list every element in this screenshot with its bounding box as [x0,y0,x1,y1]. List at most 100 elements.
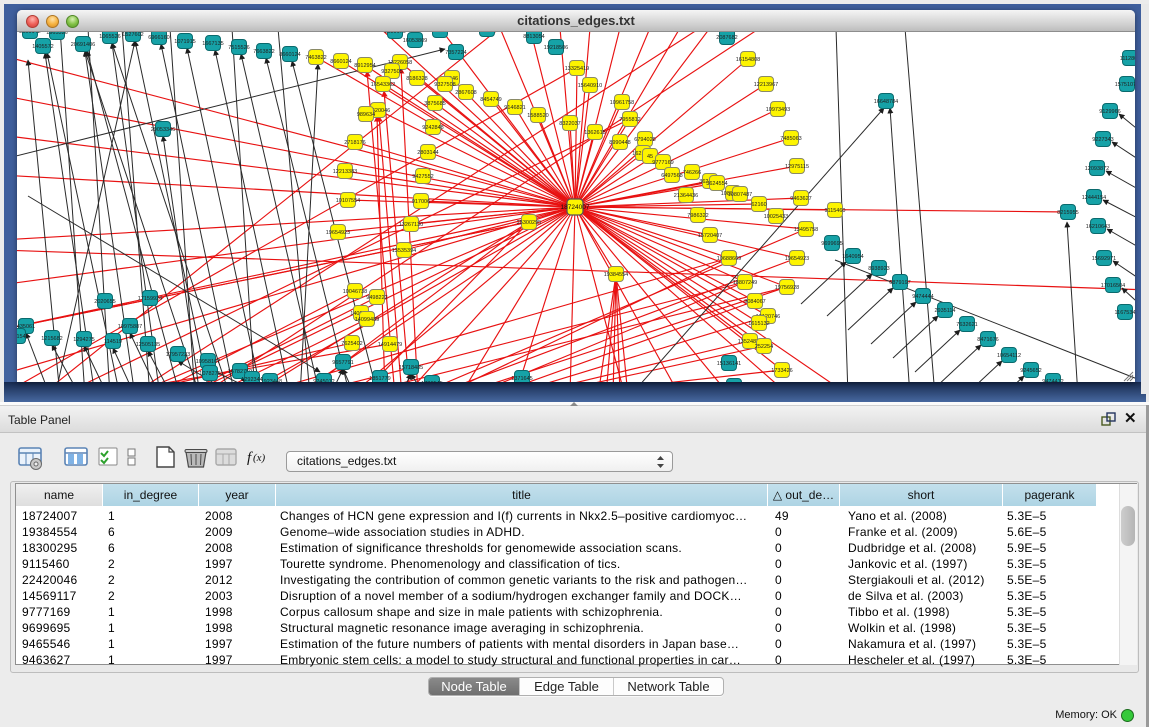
svg-text:15718485: 15718485 [399,365,423,371]
svg-text:1527602: 1527602 [122,32,143,38]
svg-text:9129966: 9129966 [1099,109,1120,115]
svg-text:13267130: 13267130 [399,222,423,228]
svg-text:8938923: 8938923 [868,266,889,272]
svg-text:1667135: 1667135 [202,41,223,47]
svg-text:19654923: 19654923 [326,230,350,236]
svg-text:2935114: 2935114 [934,308,955,314]
svg-text:7357224: 7357224 [445,50,466,56]
svg-text:33154: 33154 [17,334,26,340]
svg-text:1615132: 1615132 [748,321,769,327]
svg-text:252254: 252254 [755,344,773,350]
svg-text:7463822: 7463822 [305,55,326,61]
svg-text:2718176: 2718176 [344,140,365,146]
svg-text:9427552: 9427552 [412,174,433,180]
svg-text:9146821: 9146821 [476,32,497,33]
svg-text:10973493: 10973493 [766,107,790,113]
svg-text:7485063: 7485063 [780,136,801,142]
svg-text:25300295: 25300295 [517,220,541,226]
svg-text:12975115: 12975115 [785,164,809,170]
svg-text:19384554: 19384554 [604,272,628,278]
svg-text:989634: 989634 [357,112,375,118]
svg-text:1371645: 1371645 [511,376,532,382]
svg-text:10688609: 10688609 [717,256,741,262]
svg-text:9474444: 9474444 [912,294,933,300]
svg-text:17957223: 17957223 [166,352,190,358]
svg-text:1167534: 1167534 [1114,310,1135,316]
svg-text:2803144: 2803144 [417,150,438,156]
svg-text:9115460: 9115460 [824,208,845,214]
svg-text:1588352: 1588352 [429,32,450,34]
svg-text:9498222: 9498222 [366,295,387,301]
svg-text:12093872: 12093872 [1085,166,1109,172]
svg-text:13535394: 13535394 [392,248,416,254]
svg-text:1405572: 1405572 [32,44,53,50]
svg-text:2059142: 2059142 [19,32,40,35]
svg-text:1065526: 1065526 [99,34,120,40]
svg-text:1294275: 1294275 [73,337,94,343]
svg-text:29053346: 29053346 [151,127,175,133]
svg-text:(x): (x) [253,452,266,464]
svg-text:1362615: 1362615 [584,130,605,136]
svg-text:2020655: 2020655 [94,299,115,305]
svg-text:17159924: 17159924 [138,296,162,302]
svg-text:1588520: 1588520 [527,113,548,119]
svg-text:14914479: 14914479 [378,342,402,348]
svg-text:8471676: 8471676 [977,337,998,343]
svg-text:7625402: 7625402 [341,341,362,347]
svg-text:7632621: 7632621 [956,322,977,328]
svg-text:6879197: 6879197 [889,280,910,286]
svg-text:8322037: 8322037 [559,121,580,127]
svg-text:7663822: 7663822 [253,49,274,55]
svg-text:3624554: 3624554 [706,181,727,187]
svg-text:10961758: 10961758 [610,100,634,106]
svg-text:1078275: 1078275 [199,371,220,377]
svg-text:16210643: 16210643 [1086,224,1110,230]
svg-text:7986322: 7986322 [687,213,708,219]
svg-text:10654112: 10654112 [997,353,1021,359]
svg-text:15720407: 15720407 [698,233,722,239]
svg-text:1089176: 1089176 [384,32,405,35]
svg-text:21364436: 21364436 [674,193,698,199]
svg-text:1215682: 1215682 [41,336,62,342]
svg-text:114519: 114519 [104,339,122,345]
svg-text:12444154: 12444154 [1082,195,1106,201]
svg-text:9657791: 9657791 [332,360,353,366]
svg-text:13495758: 13495758 [794,227,818,233]
svg-text:917006: 917006 [412,199,430,205]
svg-text:1736545: 1736545 [421,381,442,382]
svg-text:8813054: 8813054 [523,34,544,40]
svg-text:20691406: 20691406 [71,42,95,48]
svg-text:1733426: 1733426 [771,368,792,374]
svg-text:15692971: 15692971 [1092,256,1116,262]
svg-text:2867608: 2867608 [455,90,476,96]
svg-text:6794028: 6794028 [634,137,655,143]
svg-text:8186328: 8186328 [406,76,427,82]
svg-text:10046738: 10046738 [343,289,367,295]
svg-text:62160: 62160 [751,202,766,208]
svg-text:6966160: 6966160 [148,35,169,41]
svg-text:9699695: 9699695 [821,241,842,247]
svg-text:12213967: 12213967 [754,82,778,88]
svg-text:15640910: 15640910 [578,83,602,89]
svg-text:746266: 746266 [683,170,701,176]
svg-text:15751074: 15751074 [1115,82,1135,88]
svg-text:7515526: 7515526 [228,45,249,51]
svg-text:8454749: 8454749 [480,97,501,103]
svg-text:9474412: 9474412 [1042,379,1063,382]
svg-text:18807249: 18807249 [733,280,757,286]
svg-text:2087682: 2087682 [716,35,737,41]
svg-text:1071915: 1071915 [174,39,195,45]
svg-text:9327505: 9327505 [381,69,402,75]
svg-text:16543362: 16543362 [371,82,395,88]
svg-text:9463627: 9463627 [790,196,811,202]
svg-text:9084067: 9084067 [744,299,765,305]
svg-text:8990448: 8990448 [609,140,630,146]
svg-text:17016504: 17016504 [1101,283,1125,289]
svg-text:19654923: 19654923 [785,256,809,262]
svg-text:10107554: 10107554 [336,198,360,204]
svg-text:13325419: 13325419 [565,66,589,72]
svg-text:1965326: 1965326 [46,32,67,36]
svg-text:9777169: 9777169 [652,160,673,166]
svg-text:9227343: 9227343 [1092,137,1113,143]
svg-text:16154808: 16154808 [736,57,760,63]
